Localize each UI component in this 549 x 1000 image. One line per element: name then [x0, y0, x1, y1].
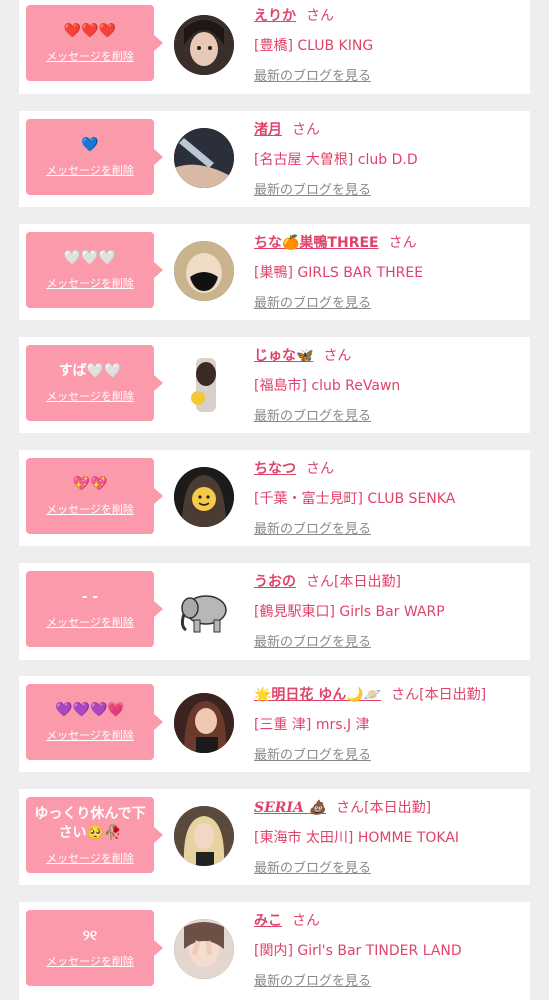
status-badge: [本日出勤]	[419, 687, 487, 703]
cast-name[interactable]: 渚月	[254, 122, 282, 138]
avatar[interactable]	[174, 354, 234, 414]
shop-name: [巣鴨] GIRLS BAR THREE	[254, 265, 424, 281]
message-text: ❤️❤️❤️	[63, 23, 117, 39]
honorific: さん	[306, 8, 334, 24]
message-text: 💖💖	[72, 476, 108, 492]
shop-name: [豊橋] CLUB KING	[254, 38, 374, 54]
delete-message-link[interactable]: メッセージを削除	[46, 727, 134, 743]
message-bubble: - - メッセージを削除	[26, 571, 163, 647]
avatar[interactable]	[174, 806, 234, 866]
message-card: ゆっくり休んで下さい🥺🥀 メッセージを削除 SERIA 💩 さん[本日出勤] [東…	[19, 789, 530, 885]
blog-link[interactable]: 最新のブログを見る	[254, 744, 526, 763]
message-text: 💙	[81, 137, 99, 153]
message-card: ୨୧ メッセージを削除 みこ さん [関内] Girl's Bar TINDER …	[19, 902, 530, 1000]
delete-message-link[interactable]: メッセージを削除	[46, 953, 134, 969]
honorific: さん	[292, 913, 320, 929]
blog-link[interactable]: 最新のブログを見る	[254, 518, 526, 537]
cast-name[interactable]: ちな🍊巣鴨THREE	[254, 235, 379, 251]
delete-message-link[interactable]: メッセージを削除	[46, 388, 134, 404]
avatar[interactable]	[174, 580, 234, 640]
blog-link[interactable]: 最新のブログを見る	[254, 65, 526, 84]
avatar[interactable]	[174, 15, 234, 75]
avatar[interactable]	[174, 693, 234, 753]
cast-name[interactable]: えりか	[254, 8, 296, 24]
delete-message-link[interactable]: メッセージを削除	[46, 501, 134, 517]
message-text: すば🤍🤍	[58, 363, 122, 379]
honorific: さん	[388, 235, 417, 251]
shop-name: [東海市 太田川] HOMME TOKAI	[254, 830, 460, 846]
message-card: ❤️❤️❤️ メッセージを削除 えりか さん [豊橋] CLUB KING 最新の…	[19, 0, 530, 94]
honorific: さん	[391, 687, 420, 703]
message-text: 💜💜💜💗	[55, 702, 125, 718]
message-bubble: ❤️❤️❤️ メッセージを削除	[26, 5, 163, 81]
avatar[interactable]	[174, 919, 234, 979]
shop-name: [三重 津] mrs.J 津	[254, 717, 370, 733]
avatar[interactable]	[174, 128, 234, 188]
message-bubble: 🤍🤍🤍 メッセージを削除	[26, 232, 163, 308]
blog-link[interactable]: 最新のブログを見る	[254, 857, 526, 876]
avatar[interactable]	[174, 241, 234, 301]
cast-name[interactable]: 🌟明日花 ゆん🌙🪐	[254, 687, 381, 703]
message-bubble: 💖💖 メッセージを削除	[26, 458, 163, 534]
blog-link[interactable]: 最新のブログを見る	[254, 179, 526, 198]
status-badge: [本日出勤]	[334, 574, 401, 590]
honorific: さん	[306, 461, 334, 477]
message-text: ゆっくり休んで下さい🥺🥀	[34, 805, 146, 841]
shop-name: [千葉・富士見町] CLUB SENKA	[254, 491, 456, 507]
message-card: 💙 メッセージを削除 渚月 さん [名古屋 大曽根] club D.D 最新のブロ…	[19, 111, 530, 207]
avatar[interactable]	[174, 467, 234, 527]
delete-message-link[interactable]: メッセージを削除	[46, 162, 134, 178]
shop-name: [関内] Girl's Bar TINDER LAND	[254, 943, 462, 959]
message-bubble: ゆっくり休んで下さい🥺🥀 メッセージを削除	[26, 797, 163, 873]
cast-name[interactable]: うおの	[254, 574, 296, 590]
shop-name: [鶴見駅東口] Girls Bar WARP	[254, 604, 445, 620]
blog-link[interactable]: 最新のブログを見る	[254, 292, 526, 311]
honorific: さん	[292, 122, 320, 138]
shop-name: [福島市] club ReVawn	[254, 378, 401, 394]
message-bubble: 💙 メッセージを削除	[26, 119, 163, 195]
delete-message-link[interactable]: メッセージを削除	[46, 614, 134, 630]
cast-name[interactable]: じゅな🦋	[254, 348, 313, 364]
message-text: - -	[81, 589, 99, 605]
honorific: さん	[336, 800, 365, 816]
honorific: さん	[323, 348, 352, 364]
message-text: ୨୧	[82, 928, 98, 944]
cast-name[interactable]: みこ	[254, 913, 282, 929]
message-bubble: すば🤍🤍 メッセージを削除	[26, 345, 163, 421]
message-card: 💖💖 メッセージを削除 ちなつ さん [千葉・富士見町] CLUB SENKA 最…	[19, 450, 530, 546]
blog-link[interactable]: 最新のブログを見る	[254, 405, 526, 424]
status-badge: [本日出勤]	[364, 800, 432, 816]
message-text: 🤍🤍🤍	[63, 250, 117, 266]
shop-name: [名古屋 大曽根] club D.D	[254, 152, 418, 168]
message-card: 🤍🤍🤍 メッセージを削除 ちな🍊巣鴨THREE さん [巣鴨] GIRLS BAR…	[19, 224, 530, 320]
message-bubble: ୨୧ メッセージを削除	[26, 910, 163, 986]
message-card: すば🤍🤍 メッセージを削除 じゅな🦋 さん [福島市] club ReVawn 最…	[19, 337, 530, 433]
delete-message-link[interactable]: メッセージを削除	[46, 48, 134, 64]
delete-message-link[interactable]: メッセージを削除	[46, 850, 134, 866]
cast-name[interactable]: SERIA 💩	[254, 800, 326, 816]
blog-link[interactable]: 最新のブログを見る	[254, 631, 526, 650]
message-bubble: 💜💜💜💗 メッセージを削除	[26, 684, 163, 760]
message-card: - - メッセージを削除 うおの さん[本日出勤] [鶴見駅東口] Girls B…	[19, 563, 530, 660]
cast-name[interactable]: ちなつ	[254, 461, 296, 477]
honorific: さん	[306, 574, 334, 590]
blog-link[interactable]: 最新のブログを見る	[254, 970, 526, 989]
message-card: 💜💜💜💗 メッセージを削除 🌟明日花 ゆん🌙🪐 さん[本日出勤] [三重 津] m…	[19, 676, 530, 772]
delete-message-link[interactable]: メッセージを削除	[46, 275, 134, 291]
